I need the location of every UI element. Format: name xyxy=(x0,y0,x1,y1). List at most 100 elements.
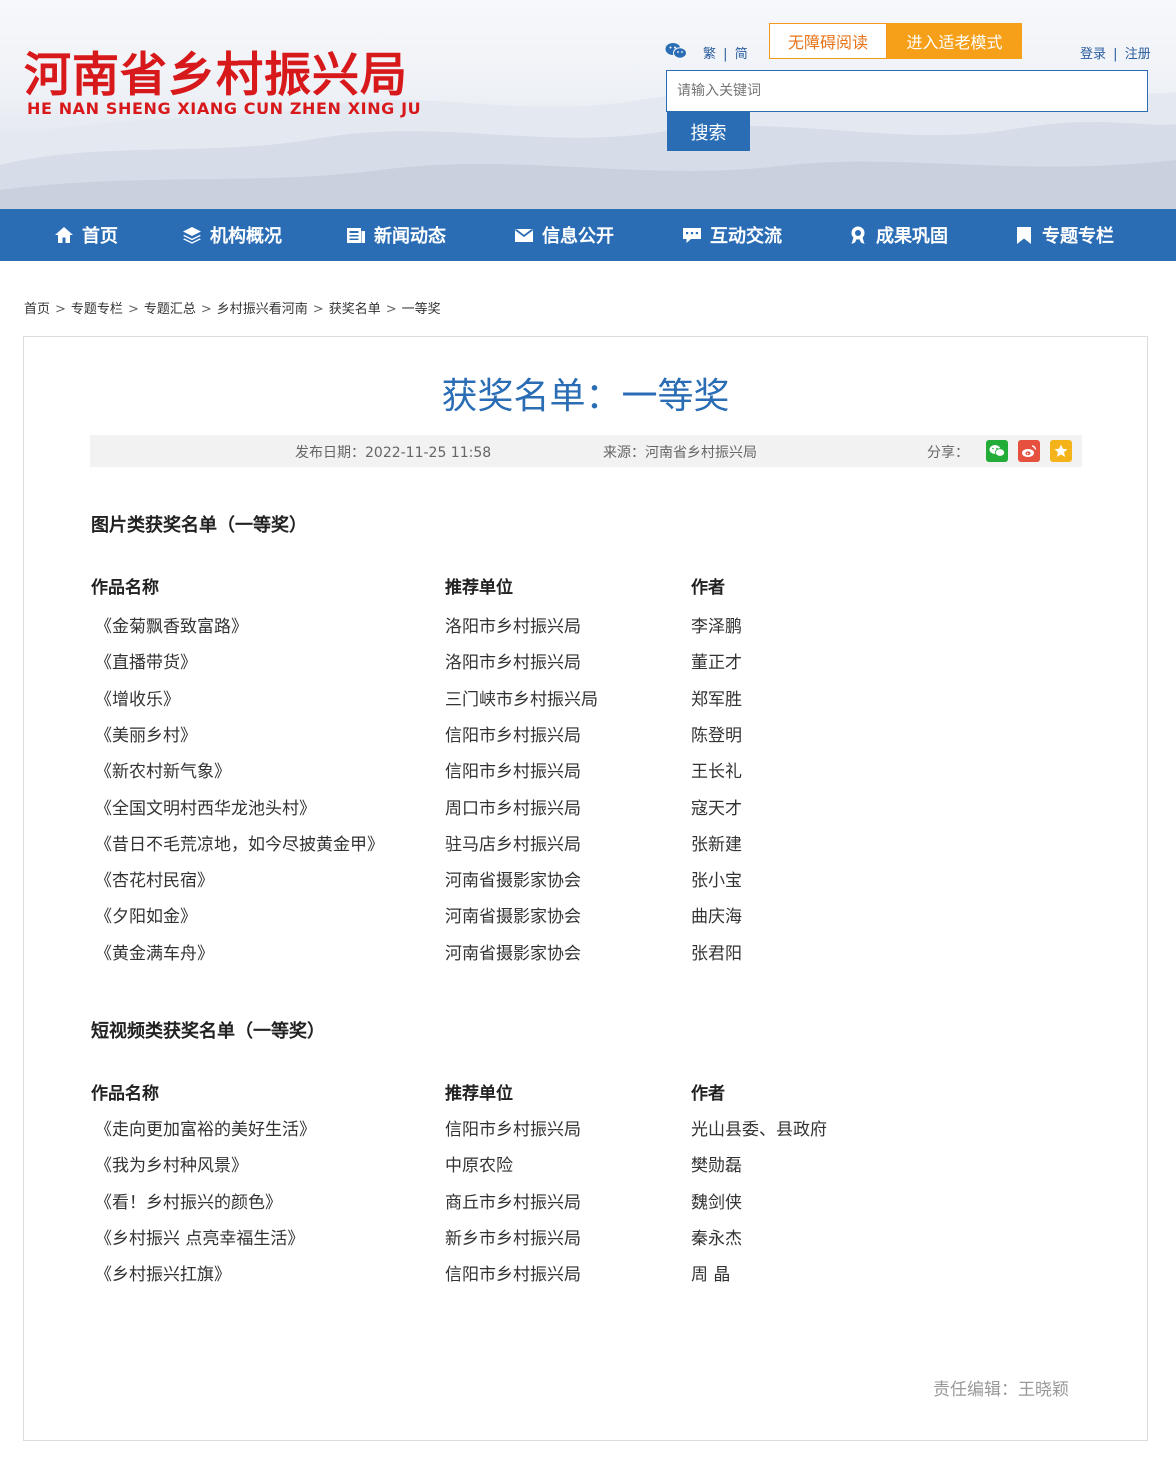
search-box xyxy=(666,70,1148,112)
language-switch: 繁 | 简 xyxy=(703,43,748,62)
article-source: 来源：河南省乡村振兴局 xyxy=(603,445,757,461)
main-nav: 首页 机构概况 新闻动态 信息公开 互动交流 成果巩固 专题专栏 xyxy=(0,209,1176,261)
site-logo-english: HE NAN SHENG XIANG CUN ZHEN XING JU xyxy=(27,99,422,118)
col-header-recommending-unit: 推荐单位 xyxy=(445,1084,513,1104)
breadcrumb-award-list[interactable]: 获奖名单 xyxy=(329,302,381,317)
responsible-editor: 责任编辑：王晓颖 xyxy=(933,1380,1069,1400)
work-title-cell: 《全国文明村西华龙池头村》 xyxy=(95,799,316,819)
nav-label: 新闻动态 xyxy=(374,226,446,247)
auth-links: 登录 | 注册 xyxy=(1080,43,1151,62)
work-title-cell: 《我为乡村种风景》 xyxy=(95,1156,248,1176)
col-header-work-title: 作品名称 xyxy=(91,578,159,598)
breadcrumb-separator: > xyxy=(55,302,66,317)
recommending-unit-cell: 洛阳市乡村振兴局 xyxy=(445,653,581,673)
work-title-cell: 《直播带货》 xyxy=(95,653,197,673)
mail-icon xyxy=(514,228,534,242)
recommending-unit-cell: 信阳市乡村振兴局 xyxy=(445,726,581,746)
elderly-mode-button[interactable]: 进入适老模式 xyxy=(887,23,1022,59)
author-cell: 张新建 xyxy=(691,835,742,855)
chat-icon xyxy=(683,228,701,243)
accessible-reading-button[interactable]: 无障碍阅读 xyxy=(769,23,887,59)
nav-label: 专题专栏 xyxy=(1042,226,1114,247)
work-title-cell: 《增收乐》 xyxy=(95,690,180,710)
recommending-unit-cell: 周口市乡村振兴局 xyxy=(445,799,581,819)
recommending-unit-cell: 河南省摄影家协会 xyxy=(445,907,581,927)
work-title-cell: 《看！乡村振兴的颜色》 xyxy=(95,1193,282,1213)
author-cell: 郑军胜 xyxy=(691,690,742,710)
work-title-cell: 《乡村振兴 点亮幸福生活》 xyxy=(95,1229,305,1249)
favorite-star-icon[interactable] xyxy=(1050,440,1072,462)
work-title-cell: 《乡村振兴扛旗》 xyxy=(95,1265,231,1285)
article-title: 获奖名单：一等奖 xyxy=(441,376,730,417)
work-title-cell: 《走向更加富裕的美好生活》 xyxy=(95,1120,316,1140)
award-icon xyxy=(851,226,865,244)
news-icon xyxy=(347,228,365,243)
breadcrumb-special-topics[interactable]: 专题专栏 xyxy=(71,302,123,317)
breadcrumb-home[interactable]: 首页 xyxy=(24,302,50,317)
author-cell: 樊勋磊 xyxy=(691,1156,742,1176)
author-cell: 张小宝 xyxy=(691,871,742,891)
section-title: 图片类获奖名单（一等奖） xyxy=(91,515,307,536)
recommending-unit-cell: 河南省摄影家协会 xyxy=(445,871,581,891)
nav-item-news[interactable]: 新闻动态 xyxy=(346,209,446,261)
search-button[interactable]: 搜索 xyxy=(667,112,750,151)
author-cell: 王长礼 xyxy=(691,762,742,782)
author-cell: 秦永杰 xyxy=(691,1229,742,1249)
col-header-author: 作者 xyxy=(691,1084,725,1104)
wechat-icon[interactable] xyxy=(665,42,687,60)
nav-item-home[interactable]: 首页 xyxy=(54,209,118,261)
work-title-cell: 《金菊飘香致富路》 xyxy=(95,617,248,637)
breadcrumb-separator: > xyxy=(200,302,212,317)
publish-date: 发布日期：2022-11-25 11:58 xyxy=(295,445,492,461)
nav-item-organization[interactable]: 机构概况 xyxy=(182,209,282,261)
breadcrumb-separator: > xyxy=(312,302,324,317)
recommending-unit-cell: 商丘市乡村振兴局 xyxy=(445,1193,581,1213)
breadcrumb-topic-summary[interactable]: 专题汇总 xyxy=(144,302,196,317)
breadcrumb-separator: > xyxy=(127,302,139,317)
author-cell: 魏剑侠 xyxy=(691,1193,742,1213)
site-header: 河南省乡村振兴局 HE NAN SHENG XIANG CUN ZHEN XIN… xyxy=(0,0,1176,209)
site-logo-chinese[interactable]: 河南省乡村振兴局 xyxy=(24,36,408,105)
recommending-unit-cell: 驻马店乡村振兴局 xyxy=(445,835,581,855)
login-link[interactable]: 登录 xyxy=(1080,47,1106,62)
work-title-cell: 《黄金满车舟》 xyxy=(95,944,214,964)
work-title-cell: 《新农村新气象》 xyxy=(95,762,231,782)
nav-label: 成果巩固 xyxy=(876,226,948,247)
recommending-unit-cell: 河南省摄影家协会 xyxy=(445,944,581,964)
work-title-cell: 《夕阳如金》 xyxy=(95,907,197,927)
nav-item-achievements[interactable]: 成果巩固 xyxy=(848,209,948,261)
wechat-share-icon[interactable] xyxy=(986,440,1008,462)
simplified-chinese-link[interactable]: 简 xyxy=(735,47,748,62)
search-input[interactable] xyxy=(667,71,1059,111)
traditional-chinese-link[interactable]: 繁 xyxy=(703,47,716,62)
author-cell: 周 晶 xyxy=(691,1265,731,1285)
work-title-cell: 《昔日不毛荒凉地，如今尽披黄金甲》 xyxy=(95,835,384,855)
author-cell: 陈登明 xyxy=(691,726,742,746)
nav-label: 信息公开 xyxy=(542,226,614,247)
author-cell: 寇天才 xyxy=(691,799,742,819)
nav-item-special-topics[interactable]: 专题专栏 xyxy=(1014,209,1114,261)
recommending-unit-cell: 信阳市乡村振兴局 xyxy=(445,762,581,782)
weibo-share-icon[interactable] xyxy=(1018,440,1040,462)
breadcrumb-first-prize[interactable]: 一等奖 xyxy=(402,302,441,317)
work-title-cell: 《杏花村民宿》 xyxy=(95,871,214,891)
lang-separator: | xyxy=(723,47,728,62)
nav-label: 首页 xyxy=(82,226,118,247)
nav-item-interaction[interactable]: 互动交流 xyxy=(682,209,782,261)
author-cell: 李泽鹏 xyxy=(691,617,742,637)
breadcrumb: 首页 > 专题专栏 > 专题汇总 > 乡村振兴看河南 > 获奖名单 > 一等奖 xyxy=(24,298,441,317)
recommending-unit-cell: 信阳市乡村振兴局 xyxy=(445,1120,581,1140)
nav-item-info-disclosure[interactable]: 信息公开 xyxy=(514,209,614,261)
author-cell: 曲庆海 xyxy=(691,907,742,927)
breadcrumb-rural-henan[interactable]: 乡村振兴看河南 xyxy=(217,302,308,317)
nav-label: 机构概况 xyxy=(210,226,282,247)
recommending-unit-cell: 信阳市乡村振兴局 xyxy=(445,1265,581,1285)
layers-icon xyxy=(183,227,201,244)
author-cell: 董正才 xyxy=(691,653,742,673)
col-header-author: 作者 xyxy=(691,578,725,598)
home-icon xyxy=(55,227,73,243)
author-cell: 张君阳 xyxy=(691,944,742,964)
author-cell: 光山县委、县政府 xyxy=(691,1120,827,1140)
register-link[interactable]: 注册 xyxy=(1125,47,1151,62)
breadcrumb-separator: > xyxy=(385,302,397,317)
